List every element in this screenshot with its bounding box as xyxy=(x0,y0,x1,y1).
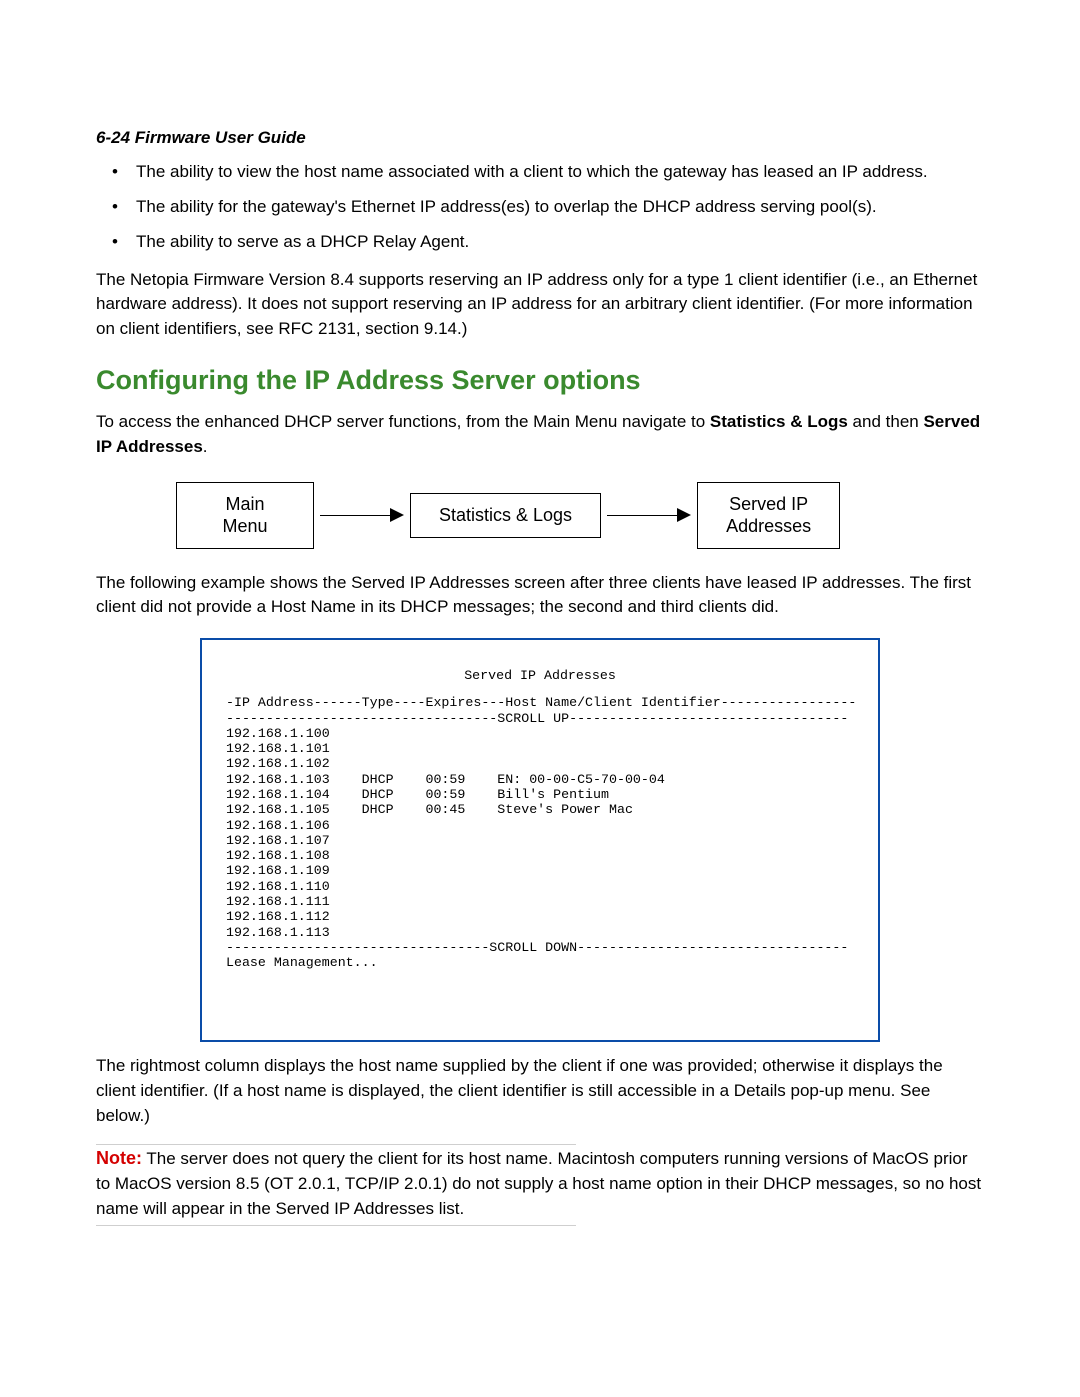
arrow-right-icon xyxy=(320,508,404,522)
note-text: The server does not query the client for… xyxy=(96,1149,981,1217)
terminal-row: 192.168.1.113 xyxy=(218,925,330,940)
text-run: To access the enhanced DHCP server funct… xyxy=(96,412,710,431)
note-label: Note: xyxy=(96,1148,142,1168)
body-paragraph: The following example shows the Served I… xyxy=(96,571,984,620)
terminal-column-header: -IP Address------Type----Expires---Host … xyxy=(218,695,856,710)
arrow-right-icon xyxy=(607,508,691,522)
text-run: and then xyxy=(848,412,924,431)
terminal-row: 192.168.1.111 xyxy=(218,894,330,909)
terminal-title: Served IP Addresses xyxy=(218,668,862,683)
terminal-row: 192.168.1.104 DHCP 00:59 Bill's Pentium xyxy=(218,787,609,802)
body-paragraph: The Netopia Firmware Version 8.4 support… xyxy=(96,268,984,342)
bold-text: Statistics & Logs xyxy=(710,412,848,431)
list-item: The ability for the gateway's Ethernet I… xyxy=(136,193,984,220)
terminal-row: 192.168.1.108 xyxy=(218,848,330,863)
flow-box-served-ip: Served IP Addresses xyxy=(697,482,840,549)
flow-box-statistics-logs: Statistics & Logs xyxy=(410,493,601,538)
flow-box-main-menu: Main Menu xyxy=(176,482,314,549)
flow-box-label: Addresses xyxy=(726,516,811,536)
document-page: 6-24 Firmware User Guide The ability to … xyxy=(0,0,1080,1397)
horizontal-rule xyxy=(96,1225,576,1226)
flow-box-label: Served IP xyxy=(729,494,808,514)
text-run: . xyxy=(203,437,208,456)
section-heading: Configuring the IP Address Server option… xyxy=(96,365,984,396)
terminal-row: 192.168.1.102 xyxy=(218,756,330,771)
terminal-row: 192.168.1.107 xyxy=(218,833,330,848)
body-paragraph: To access the enhanced DHCP server funct… xyxy=(96,410,984,459)
terminal-row: 192.168.1.101 xyxy=(218,741,330,756)
terminal-row: 192.168.1.103 DHCP 00:59 EN: 00-00-C5-70… xyxy=(218,772,665,787)
navigation-flow-diagram: Main Menu Statistics & Logs Served IP Ad… xyxy=(176,482,984,549)
body-paragraph: The rightmost column displays the host n… xyxy=(96,1054,984,1128)
list-item: The ability to view the host name associ… xyxy=(136,158,984,185)
terminal-row: 192.168.1.106 xyxy=(218,818,330,833)
feature-bullet-list: The ability to view the host name associ… xyxy=(96,158,984,256)
terminal-row: 192.168.1.105 DHCP 00:45 Steve's Power M… xyxy=(218,802,633,817)
terminal-row: 192.168.1.100 xyxy=(218,726,330,741)
flow-box-label: Statistics & Logs xyxy=(439,505,572,525)
served-ip-terminal-screenshot: Served IP Addresses -IP Address------Typ… xyxy=(200,638,880,1042)
note-paragraph: Note: The server does not query the clie… xyxy=(96,1145,984,1221)
page-header: 6-24 Firmware User Guide xyxy=(96,128,984,148)
terminal-row: 192.168.1.110 xyxy=(218,879,330,894)
flow-box-label: Menu xyxy=(222,516,267,536)
terminal-scroll-up: ----------------------------------SCROLL… xyxy=(218,711,848,726)
terminal-row: 192.168.1.112 xyxy=(218,909,330,924)
terminal-row: 192.168.1.109 xyxy=(218,863,330,878)
terminal-lease-management: Lease Management... xyxy=(218,955,378,970)
terminal-scroll-down: ---------------------------------SCROLL … xyxy=(218,940,848,955)
flow-box-label: Main xyxy=(225,494,264,514)
list-item: The ability to serve as a DHCP Relay Age… xyxy=(136,228,984,255)
